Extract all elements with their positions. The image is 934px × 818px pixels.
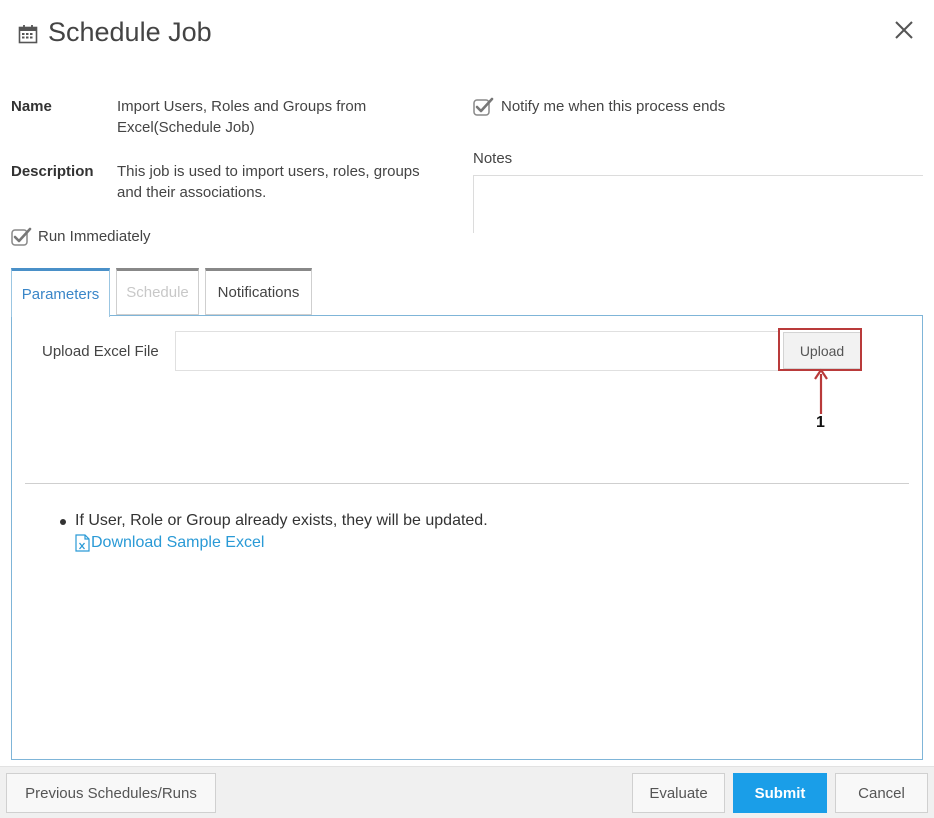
download-sample-link[interactable]: Download Sample Excel (75, 534, 264, 552)
tab-notifications[interactable]: Notifications (205, 268, 312, 315)
run-immediately-label: Run Immediately (38, 228, 151, 245)
divider (25, 483, 909, 484)
download-sample-label: Download Sample Excel (91, 534, 265, 551)
notify-checkbox[interactable] (473, 97, 494, 117)
name-value-line2: Excel(Schedule Job) (117, 119, 255, 136)
notify-label: Notify me when this process ends (501, 98, 726, 115)
name-label: Name (11, 98, 52, 115)
evaluate-button[interactable]: Evaluate (632, 773, 725, 813)
notes-textarea[interactable] (473, 175, 923, 233)
dialog-title: Schedule Job (48, 17, 212, 47)
info-bullet-text: If User, Role or Group already exists, t… (75, 512, 488, 529)
excel-file-icon (75, 534, 90, 552)
description-value-line2: and their associations. (117, 184, 267, 201)
previous-schedules-button[interactable]: Previous Schedules/Runs (6, 773, 216, 813)
upload-file-input[interactable] (175, 331, 780, 371)
name-value-line1: Import Users, Roles and Groups from (117, 98, 367, 115)
annotation-arrow-icon (814, 368, 828, 414)
submit-button[interactable]: Submit (733, 773, 827, 813)
tab-parameters[interactable]: Parameters (11, 268, 110, 317)
cancel-button[interactable]: Cancel (835, 773, 928, 813)
annotation-highlight-box (778, 328, 862, 371)
description-value-line1: This job is used to import users, roles,… (117, 163, 420, 180)
upload-label: Upload Excel File (42, 343, 159, 360)
name-value: Import Users, Roles and Groups from Exce… (117, 96, 457, 138)
notes-label: Notes (473, 150, 513, 167)
tab-schedule[interactable]: Schedule (116, 268, 199, 315)
annotation-label: 1 (816, 414, 825, 431)
bullet-point (60, 519, 66, 525)
description-label: Description (11, 163, 94, 180)
close-icon[interactable] (892, 18, 916, 42)
calendar-icon (18, 25, 38, 44)
run-immediately-checkbox[interactable] (11, 227, 32, 247)
description-value: This job is used to import users, roles,… (117, 161, 462, 203)
